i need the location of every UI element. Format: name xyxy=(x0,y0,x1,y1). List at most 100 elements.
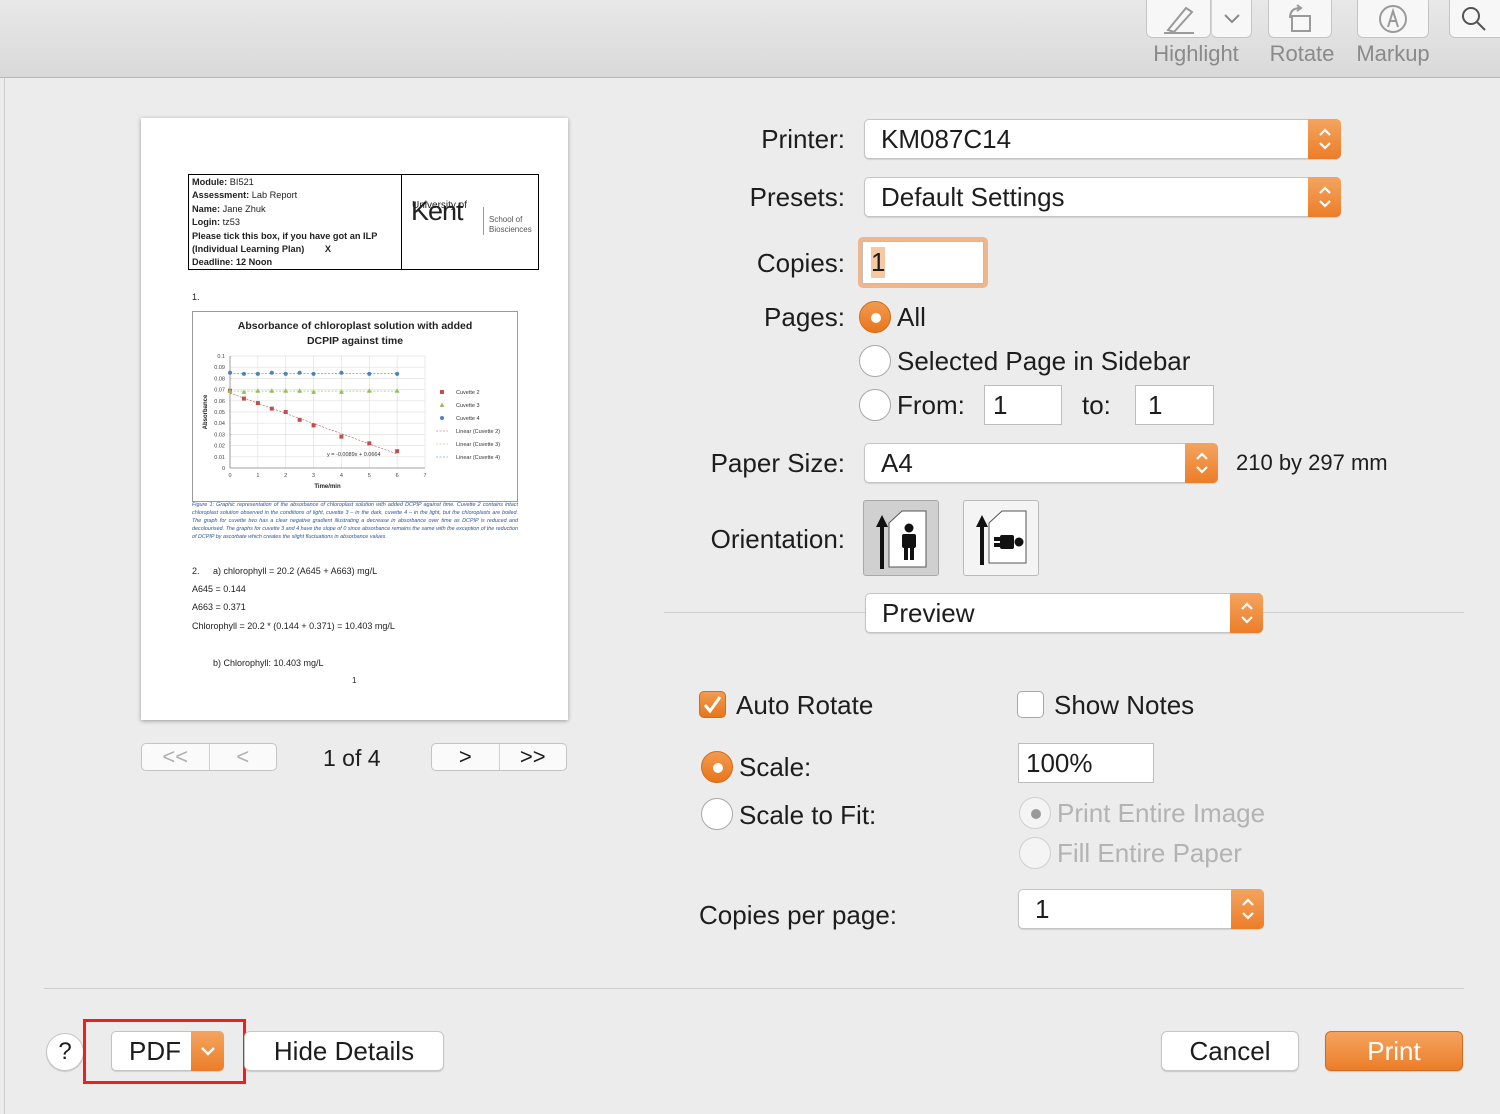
highlight-options-button[interactable] xyxy=(1211,0,1252,38)
university-logo: University of Kent School of Biosciences xyxy=(403,175,538,269)
copies-label: Copies: xyxy=(756,248,845,278)
cover-info-fields: Module: BI521 Assessment: Lab Report Nam… xyxy=(189,175,402,269)
login-key: Login: xyxy=(192,217,221,228)
chart-y-tick-label: 0.1 xyxy=(217,354,225,360)
to-page-field[interactable]: 1 xyxy=(1135,385,1214,425)
landscape-orientation-button[interactable] xyxy=(963,500,1039,576)
portrait-orientation-button[interactable] xyxy=(863,500,939,576)
print-button[interactable]: Print xyxy=(1325,1031,1463,1071)
chart-y-tick-label: 0.01 xyxy=(214,455,225,461)
show-notes-label: Show Notes xyxy=(1054,690,1195,720)
page-number: 1 xyxy=(352,676,357,685)
chlorophyll-calculation: Chlorophyll = 20.2 * (0.144 + 0.371) = 1… xyxy=(192,621,395,631)
search-button[interactable] xyxy=(1449,0,1500,38)
login-value: tz53 xyxy=(222,217,240,228)
chevron-down-icon xyxy=(1223,13,1240,23)
highlight-pen-icon xyxy=(1163,6,1194,34)
page-status: 1 of 4 xyxy=(323,745,381,771)
chart-point-cuvette-4 xyxy=(241,371,246,376)
previous-page-button[interactable]: < xyxy=(210,744,277,770)
presets-popup[interactable]: Default Settings xyxy=(864,177,1341,217)
auto-rotate-label: Auto Rotate xyxy=(736,690,874,720)
chart-point-cuvette-2 xyxy=(339,434,344,439)
rotate-icon xyxy=(1289,3,1311,32)
chart-point-cuvette-4 xyxy=(297,370,302,375)
updown-arrows-icon xyxy=(1231,889,1264,929)
pages-range-radio[interactable] xyxy=(859,389,891,421)
checkmark-icon xyxy=(703,696,722,714)
cancel-button[interactable]: Cancel xyxy=(1161,1031,1299,1071)
orientation-label: Orientation: xyxy=(710,524,845,554)
chart-point-cuvette-4 xyxy=(395,371,400,376)
copies-field[interactable]: 1 xyxy=(862,241,984,284)
pdf-menu-button[interactable]: PDF xyxy=(111,1031,224,1071)
pages-all-label: All xyxy=(897,302,926,332)
copies-value: 1 xyxy=(871,247,886,278)
ilp-line-1: Please tick this box, if you have got an… xyxy=(192,230,378,241)
chart-point-cuvette-2 xyxy=(283,410,288,414)
highlight-button[interactable] xyxy=(1146,0,1211,38)
copies-per-page-popup[interactable]: 1 xyxy=(1018,889,1264,929)
chart-point-cuvette-4 xyxy=(255,371,260,376)
fill-entire-paper-radio[interactable] xyxy=(1019,837,1051,869)
scale-value: 100% xyxy=(1026,747,1093,778)
legend-marker-cuvette-2 xyxy=(440,390,444,394)
first-page-button[interactable]: << xyxy=(142,744,210,770)
chart-trend-equation: y = -0.0089x + 0.0664 xyxy=(327,452,381,458)
pages-selected-radio[interactable] xyxy=(859,345,891,377)
name-key: Name: xyxy=(192,203,221,214)
chart-y-tick-label: 0 xyxy=(222,466,225,472)
legend-trendline-label: Linear (Cuvette 3) xyxy=(456,442,500,448)
chart-point-cuvette-2 xyxy=(241,396,246,401)
legend-marker-cuvette-4 xyxy=(440,416,444,420)
pages-to-label: to: xyxy=(1082,390,1111,420)
question-2b: b) Chlorophyll: 10.403 mg/L xyxy=(213,658,324,668)
chart-title-line-1: Absorbance of chloroplast solution with … xyxy=(238,320,473,332)
chart-x-tick-label: 0 xyxy=(228,473,231,479)
help-button[interactable]: ? xyxy=(46,1033,84,1071)
printer-popup[interactable]: KM087C14 xyxy=(864,119,1341,159)
print-entire-image-radio[interactable] xyxy=(1019,797,1051,829)
paper-size-popup[interactable]: A4 xyxy=(864,443,1218,483)
copies-per-page-value: 1 xyxy=(1035,893,1050,924)
print-preview-page: Module: BI521 Assessment: Lab Report Nam… xyxy=(141,118,568,720)
next-page-button[interactable]: > xyxy=(432,744,500,770)
cover-info-box: Module: BI521 Assessment: Lab Report Nam… xyxy=(188,174,539,270)
name-value: Jane Zhuk xyxy=(222,203,266,214)
app-options-popup[interactable]: Preview xyxy=(865,593,1263,633)
fill-entire-paper-label: Fill Entire Paper xyxy=(1057,838,1242,868)
chart-y-tick-label: 0.04 xyxy=(214,421,225,427)
updown-arrows-icon xyxy=(1230,593,1263,633)
updown-arrows-icon xyxy=(1185,443,1218,483)
updown-arrows-icon xyxy=(1308,119,1341,159)
hide-details-button[interactable]: Hide Details xyxy=(244,1031,444,1071)
rotate-button[interactable] xyxy=(1268,0,1332,38)
chart-x-tick-label: 7 xyxy=(423,473,426,479)
a663-value: A663 = 0.371 xyxy=(192,602,246,612)
ilp-mark: X xyxy=(324,244,332,255)
pages-all-radio[interactable] xyxy=(859,301,891,333)
auto-rotate-checkbox[interactable] xyxy=(699,691,726,718)
pager-forward-group: > >> xyxy=(431,743,567,771)
show-notes-checkbox[interactable] xyxy=(1017,691,1044,718)
chart-y-tick-label: 0.02 xyxy=(214,444,225,450)
last-page-button[interactable]: >> xyxy=(500,744,567,770)
figure-caption: Figure 1: Graphic representation of the … xyxy=(192,502,518,540)
portrait-person-icon xyxy=(876,510,927,569)
scale-field[interactable]: 100% xyxy=(1018,743,1154,783)
markup-button[interactable] xyxy=(1357,0,1429,38)
pager-back-group: << < xyxy=(141,743,277,771)
logo-divider xyxy=(483,207,484,235)
presets-label: Presets: xyxy=(749,182,845,212)
markup-label: Markup xyxy=(1356,41,1430,66)
chart-y-tick-label: 0.08 xyxy=(214,376,225,382)
paper-dimensions: 210 by 297 mm xyxy=(1236,450,1388,475)
from-page-field[interactable]: 1 xyxy=(984,385,1062,425)
pages-label: Pages: xyxy=(764,302,845,332)
legend-label-cuvette-2: Cuvette 2 xyxy=(456,390,480,396)
question-2a: a) chlorophyll = 20.2 (A645 + A663) mg/L xyxy=(213,566,378,576)
scale-to-fit-radio[interactable] xyxy=(701,798,733,830)
scale-radio[interactable] xyxy=(701,751,733,783)
pages-from-label: From: xyxy=(897,390,965,420)
print-entire-image-label: Print Entire Image xyxy=(1057,798,1266,828)
